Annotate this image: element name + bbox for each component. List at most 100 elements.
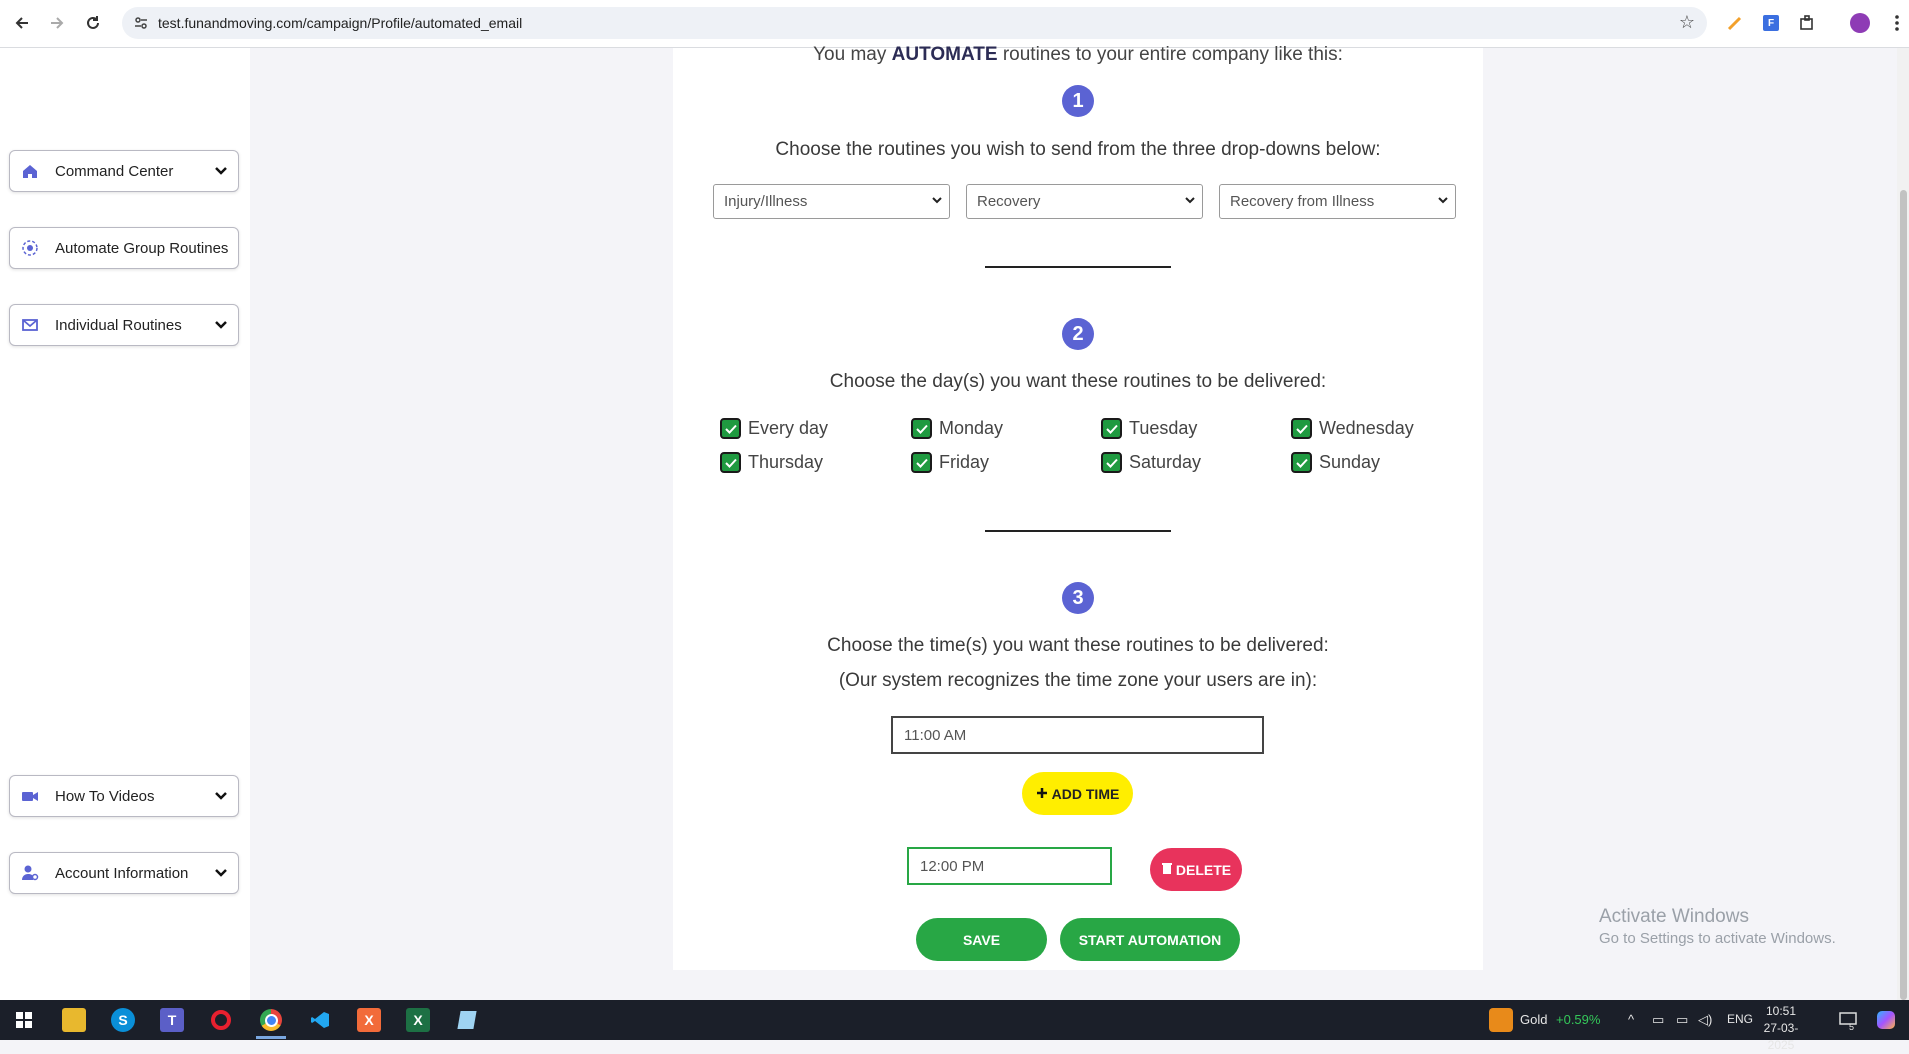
site-settings-icon[interactable] xyxy=(132,14,150,32)
subcategory-select[interactable]: Recovery xyxy=(966,184,1203,219)
extension-form-icon[interactable]: F xyxy=(1760,12,1782,34)
plus-icon xyxy=(1036,786,1048,802)
scrollbar-thumb[interactable] xyxy=(1900,190,1907,1000)
volume-icon[interactable]: ◁) xyxy=(1698,1012,1712,1028)
step-3-prompt: Choose the time(s) you want these routin… xyxy=(827,635,1329,656)
checkmark-icon[interactable] xyxy=(1101,418,1122,439)
notepad-icon[interactable] xyxy=(455,1008,479,1032)
sidebar: Command Center Automate Group Routines I… xyxy=(0,48,250,1001)
subcategory-select-value: Recovery xyxy=(977,193,1041,210)
checkbox-tuesday[interactable]: Tuesday xyxy=(1101,418,1197,439)
save-button[interactable]: SAVE xyxy=(916,918,1047,961)
checkbox-label: Tuesday xyxy=(1129,418,1198,438)
chevron-down-icon[interactable] xyxy=(210,785,232,807)
system-clock[interactable]: 10:51 27-03-2025 xyxy=(1751,1003,1811,1054)
browser-toolbar: test.funandmoving.com/campaign/Profile/a… xyxy=(0,0,1909,48)
windows-taskbar: S T X X xyxy=(0,1000,1909,1040)
copilot-icon[interactable] xyxy=(1874,1008,1898,1032)
step-1-prompt: Choose the routines you wish to send fro… xyxy=(775,139,1381,160)
gold-widget-icon[interactable] xyxy=(1489,1008,1513,1032)
intro-heading: You may AUTOMATE routines to your entire… xyxy=(673,44,1483,66)
video-icon xyxy=(19,785,41,807)
intro-post-text: routines to your entire company like thi… xyxy=(1002,44,1343,65)
back-icon[interactable] xyxy=(9,10,35,36)
sidebar-item-individual-routines[interactable]: Individual Routines xyxy=(9,304,239,346)
step-1-badge: 1 xyxy=(1062,85,1094,117)
checkmark-icon[interactable] xyxy=(720,418,741,439)
time-input-2[interactable]: 12:00 PM xyxy=(907,847,1112,885)
opera-icon[interactable] xyxy=(209,1008,233,1032)
url-text[interactable]: test.funandmoving.com/campaign/Profile/a… xyxy=(158,15,522,31)
notification-count: 5 xyxy=(1849,1022,1855,1032)
checkbox-friday[interactable]: Friday xyxy=(911,452,989,473)
checkbox-sunday[interactable]: Sunday xyxy=(1291,452,1380,473)
checkbox-label: Thursday xyxy=(748,452,824,472)
add-time-button[interactable]: ADD TIME xyxy=(1022,772,1133,815)
checkbox-thursday[interactable]: Thursday xyxy=(720,452,823,473)
device-icon[interactable]: ▭ xyxy=(1652,1012,1664,1028)
sidebar-item-label: Individual Routines xyxy=(55,316,182,334)
xampp-icon[interactable]: X xyxy=(357,1008,381,1032)
checkmark-icon[interactable] xyxy=(911,418,932,439)
notification-icon[interactable] xyxy=(1836,1008,1860,1032)
sidebar-item-label: Command Center xyxy=(55,162,174,180)
checkbox-every-day[interactable]: Every day xyxy=(720,418,828,439)
network-icon[interactable]: ▭ xyxy=(1676,1012,1688,1028)
excel-icon[interactable]: X xyxy=(406,1008,430,1032)
step-2-prompt: Choose the day(s) you want these routine… xyxy=(829,371,1327,392)
time-input-2-value: 12:00 PM xyxy=(920,857,985,875)
checkmark-icon[interactable] xyxy=(1101,452,1122,473)
profile-avatar[interactable] xyxy=(1849,12,1871,34)
checkbox-saturday[interactable]: Saturday xyxy=(1101,452,1201,473)
extensions-puzzle-icon[interactable] xyxy=(1796,12,1818,34)
section-divider xyxy=(985,530,1171,532)
routine-select[interactable]: Recovery from Illness xyxy=(1219,184,1456,219)
checkmark-icon[interactable] xyxy=(911,452,932,473)
activate-windows-watermark: Activate Windows Go to Settings to activ… xyxy=(1599,906,1836,947)
chevron-down-icon xyxy=(1437,193,1449,210)
automation-icon xyxy=(19,237,41,259)
chevron-up-icon[interactable]: ^ xyxy=(1628,1012,1634,1027)
extension-pencil-icon[interactable] xyxy=(1724,12,1746,34)
checkmark-icon[interactable] xyxy=(720,452,741,473)
start-automation-button[interactable]: START AUTOMATION xyxy=(1060,918,1240,961)
checkbox-label: Monday xyxy=(939,418,1004,438)
gold-widget-label[interactable]: Gold xyxy=(1520,1012,1547,1027)
category-select[interactable]: Injury/Illness xyxy=(713,184,950,219)
skype-icon[interactable]: S xyxy=(111,1008,135,1032)
category-select-value: Injury/Illness xyxy=(724,193,808,210)
active-app-indicator xyxy=(256,1036,286,1039)
email-icon xyxy=(19,314,41,336)
checkbox-label: Wednesday xyxy=(1319,418,1414,438)
time-input-1-value: 11:00 AM xyxy=(904,726,967,744)
teams-icon[interactable]: T xyxy=(160,1008,184,1032)
checkbox-monday[interactable]: Monday xyxy=(911,418,1003,439)
sidebar-item-account-information[interactable]: Account Information xyxy=(9,852,239,894)
chevron-down-icon[interactable] xyxy=(210,160,232,182)
sidebar-item-automate-group-routines[interactable]: Automate Group Routines xyxy=(9,227,239,269)
reload-icon[interactable] xyxy=(80,10,106,36)
routine-select-value: Recovery from Illness xyxy=(1230,193,1375,210)
checkmark-icon[interactable] xyxy=(1291,418,1312,439)
intro-pre-text: You may xyxy=(813,44,887,65)
chevron-down-icon[interactable] xyxy=(210,862,232,884)
windows-start-icon[interactable] xyxy=(12,1008,36,1032)
checkbox-wednesday[interactable]: Wednesday xyxy=(1291,418,1414,439)
checkmark-icon[interactable] xyxy=(1291,452,1312,473)
file-explorer-icon[interactable] xyxy=(62,1008,86,1032)
forward-icon[interactable] xyxy=(44,10,70,36)
delete-time-button[interactable]: DELETE xyxy=(1150,848,1242,891)
browser-menu-icon[interactable] xyxy=(1886,12,1908,34)
language-indicator[interactable]: ENG xyxy=(1727,1012,1753,1026)
address-bar[interactable]: test.funandmoving.com/campaign/Profile/a… xyxy=(122,7,1707,39)
intro-bold-text: AUTOMATE xyxy=(891,44,998,65)
add-time-label: ADD TIME xyxy=(1051,785,1120,802)
sidebar-item-command-center[interactable]: Command Center xyxy=(9,150,239,192)
bookmark-star-icon[interactable]: ☆ xyxy=(1679,12,1695,33)
vscode-icon[interactable] xyxy=(308,1008,332,1032)
chevron-down-icon[interactable] xyxy=(210,314,232,336)
automation-form-card: You may AUTOMATE routines to your entire… xyxy=(673,44,1483,970)
time-input-1[interactable]: 11:00 AM xyxy=(891,716,1264,754)
sidebar-item-how-to-videos[interactable]: How To Videos xyxy=(9,775,239,817)
chrome-icon[interactable] xyxy=(259,1008,283,1032)
